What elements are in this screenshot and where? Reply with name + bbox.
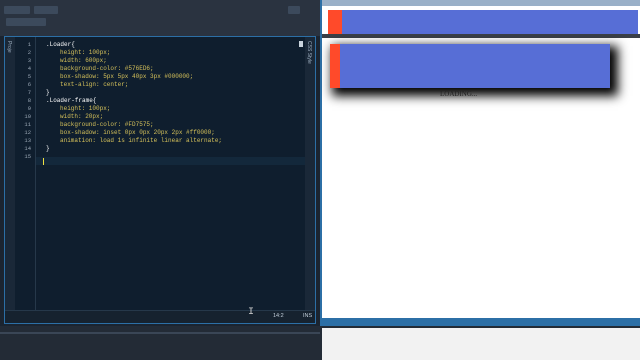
code-line[interactable]: box-shadow: 5px 5px 40px 3px #000000; <box>60 73 193 81</box>
status-bar: 14:2 INS <box>5 310 315 323</box>
line-number: 13 <box>24 137 31 144</box>
line-number: 6 <box>27 81 31 88</box>
project-panel-tab[interactable]: Proje <box>5 37 15 323</box>
loading-text: LOADING... <box>440 90 478 98</box>
code-line[interactable]: box-shadow: inset 0px 0px 20px 2px #ff00… <box>60 129 215 137</box>
code-line[interactable]: .Loader{ <box>46 41 75 49</box>
code-text-area[interactable]: .Loader{height: 100px; width: 600px; backg… <box>35 37 308 311</box>
project-panel-label: Proje <box>6 41 12 53</box>
code-line[interactable]: width: 600px; <box>60 57 107 65</box>
scrollbar-thumb[interactable] <box>299 41 303 47</box>
line-number: 12 <box>24 129 31 136</box>
line-number: 15 <box>24 153 31 160</box>
insert-mode-indicator[interactable]: INS <box>303 313 312 319</box>
code-line[interactable]: } <box>46 145 50 153</box>
code-line[interactable]: text-align: center; <box>60 81 128 89</box>
line-number: 7 <box>27 89 31 96</box>
code-line[interactable]: } <box>46 89 50 97</box>
line-number: 11 <box>24 121 31 128</box>
loader-frame-partial <box>328 10 342 34</box>
background-tab <box>6 18 46 26</box>
line-number: 3 <box>27 57 31 64</box>
css-style-panel-tab[interactable]: CSS Style <box>305 37 315 323</box>
preview-divider <box>322 34 640 38</box>
background-tab <box>34 6 58 14</box>
code-line[interactable]: .Loader-frame{ <box>46 97 96 105</box>
code-line[interactable]: height: 100px; <box>60 49 110 57</box>
preview-bottom-border <box>322 318 640 326</box>
background-tab <box>4 6 30 14</box>
code-line[interactable]: height: 100px; <box>60 105 110 113</box>
code-line[interactable]: background-color: #FD7575; <box>60 121 154 129</box>
ibeam-cursor-icon: I <box>248 307 255 318</box>
line-number: 2 <box>27 49 31 56</box>
line-number: 10 <box>24 113 31 120</box>
line-number: 5 <box>27 73 31 80</box>
code-line[interactable]: background-color: #576ED6; <box>60 65 154 73</box>
line-number: 8 <box>27 97 31 104</box>
line-number: 14 <box>24 145 31 152</box>
line-number-gutter: 1 2 3 4 5 6 7 8 9 10 11 12 13 14 15 <box>15 37 35 323</box>
code-line[interactable]: animation: load 1s infinite linear alter… <box>60 137 222 145</box>
line-number: 1 <box>27 41 31 48</box>
preview-top-bar <box>322 0 640 6</box>
background-window-titlebar <box>0 0 320 36</box>
cursor-position: 14:2 <box>273 313 284 319</box>
loader-bar <box>330 44 610 88</box>
line-number: 9 <box>27 105 31 112</box>
code-line[interactable]: width: 20px; <box>60 113 103 121</box>
browser-preview: LOADING... <box>320 0 640 326</box>
text-caret <box>43 158 44 165</box>
background-divider <box>0 332 320 334</box>
background-tab <box>288 6 300 14</box>
css-style-panel-label: CSS Style <box>306 41 312 64</box>
loader-bar-partial <box>328 10 638 34</box>
line-number: 4 <box>27 65 31 72</box>
preview-lower-area <box>322 328 640 360</box>
loader-frame <box>330 44 340 88</box>
code-editor[interactable]: Proje 1 2 3 4 5 6 7 8 9 10 11 12 13 14 15 .Loader{heig… <box>4 36 316 324</box>
